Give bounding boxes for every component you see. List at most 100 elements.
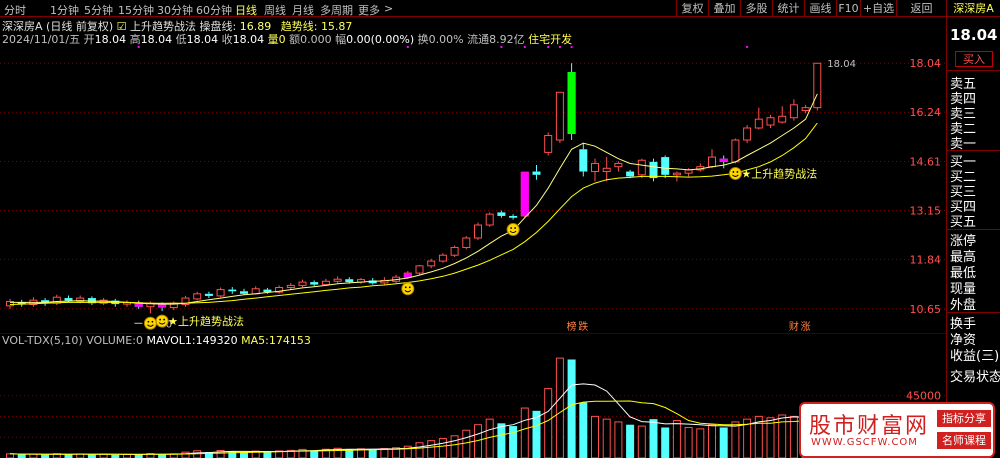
period-intraday[interactable]: 分时 bbox=[4, 2, 26, 18]
volume-legend: VOL-TDX(5,10) VOLUME:0 MAVOL1:149320 MA5… bbox=[2, 334, 311, 347]
volume-bar bbox=[544, 388, 553, 458]
adjust-button[interactable]: 复权 bbox=[676, 0, 708, 17]
vol-volume-value: 0 bbox=[135, 334, 143, 347]
overlay-button[interactable]: 叠加 bbox=[708, 0, 740, 17]
volume-bar bbox=[719, 427, 728, 458]
candle bbox=[228, 287, 237, 294]
period-1min[interactable]: 1分钟 bbox=[50, 2, 79, 18]
add-watchlist-button[interactable]: +自选 bbox=[860, 0, 896, 17]
price-tick-label: 10.65 bbox=[910, 303, 942, 316]
volume-bar bbox=[708, 424, 716, 458]
candle-body bbox=[626, 171, 635, 177]
candle bbox=[123, 300, 131, 307]
candle bbox=[415, 265, 424, 275]
stock-name-header: 深深房A bbox=[946, 0, 1000, 17]
candle bbox=[438, 253, 447, 263]
period-weekly[interactable]: 周线 bbox=[264, 2, 286, 18]
back-button[interactable]: 返回 bbox=[896, 0, 946, 17]
candle-body bbox=[778, 115, 787, 123]
buy-button[interactable]: 买入 bbox=[955, 51, 993, 67]
candle bbox=[193, 291, 202, 301]
top-dot bbox=[406, 46, 409, 48]
divider bbox=[947, 70, 1000, 71]
f10-button[interactable]: F10 bbox=[836, 0, 860, 17]
candle-body bbox=[228, 289, 237, 292]
candle bbox=[789, 99, 798, 121]
price-chart[interactable]: 40★上升趋势战法★上升趋势战法榜跌财涨18.04 10.6511.8413.1… bbox=[0, 45, 946, 333]
eps-label: 收益(三) bbox=[950, 349, 1000, 364]
candle-body bbox=[438, 254, 447, 262]
signal-candle bbox=[567, 72, 576, 134]
period-toolbar: 分时 1分钟 5分钟 15分钟 30分钟 60分钟 日线 周线 月线 多周期 更… bbox=[0, 0, 1000, 17]
price-tick-label: 18.04 bbox=[910, 57, 942, 70]
top-dot bbox=[547, 46, 550, 48]
watermark-tag-courses[interactable]: 名师课程 bbox=[937, 432, 991, 449]
candle bbox=[602, 157, 611, 182]
top-dot bbox=[558, 46, 561, 48]
vol-indicator-name[interactable]: VOL-TDX(5,10) bbox=[2, 334, 83, 347]
volume-bar bbox=[438, 438, 447, 458]
signal-candle bbox=[719, 158, 728, 162]
more-arrow-icon[interactable]: > bbox=[384, 2, 393, 15]
candle-body bbox=[754, 118, 763, 129]
vol-volume-label: VOLUME: bbox=[86, 334, 136, 347]
volume-ma-line bbox=[9, 383, 818, 456]
period-more[interactable]: 更多 bbox=[358, 2, 380, 18]
volume-bar bbox=[672, 420, 681, 458]
candle-body bbox=[661, 157, 670, 175]
bid-5-label: 买五 bbox=[950, 215, 977, 230]
smiley-eye-icon bbox=[408, 286, 411, 289]
candle bbox=[52, 294, 61, 305]
smiley-icon bbox=[728, 166, 742, 180]
top-dot bbox=[746, 46, 749, 48]
signal-text: ★上升趋势战法 bbox=[741, 166, 817, 180]
candle-body bbox=[813, 62, 822, 109]
candle bbox=[333, 276, 342, 283]
draw-line-button[interactable]: 画线 bbox=[804, 0, 836, 17]
smiley-eye-icon bbox=[732, 171, 735, 173]
volume-bar bbox=[789, 415, 798, 458]
volume-bar bbox=[17, 454, 26, 458]
volume-ma-line bbox=[9, 400, 818, 455]
price-tick-label: 14.61 bbox=[910, 156, 942, 169]
candle-body bbox=[427, 260, 436, 267]
period-multi[interactable]: 多周期 bbox=[320, 2, 353, 18]
candle bbox=[614, 161, 623, 172]
signal-text: ★上升趋势战法 bbox=[168, 314, 244, 328]
price-tick-label: 11.84 bbox=[910, 254, 942, 267]
info-bar: 深深房A (日线 前复权) ☑ 上升趋势战法 操盘线: 16.89 趋势线: 1… bbox=[0, 17, 946, 46]
candle bbox=[544, 132, 553, 156]
period-15min[interactable]: 15分钟 bbox=[118, 2, 154, 18]
stats-button[interactable]: 统计 bbox=[772, 0, 804, 17]
smiley-icon bbox=[506, 223, 520, 237]
top-dot bbox=[523, 46, 526, 48]
candle-body bbox=[789, 104, 798, 119]
period-60min[interactable]: 60分钟 bbox=[196, 2, 232, 18]
watermark-tag-indicators[interactable]: 指标分享 bbox=[937, 410, 991, 427]
period-5min[interactable]: 5分钟 bbox=[84, 2, 113, 18]
price-grid bbox=[0, 62, 946, 310]
candle bbox=[778, 106, 787, 124]
volume-bar bbox=[766, 417, 775, 458]
candle-body bbox=[321, 280, 330, 286]
multi-stock-button[interactable]: 多股 bbox=[740, 0, 772, 17]
candle-body bbox=[672, 172, 681, 176]
candle bbox=[240, 288, 248, 295]
volume-bar bbox=[193, 450, 202, 458]
smiley-eye-icon bbox=[151, 320, 154, 323]
volume-bar bbox=[462, 429, 471, 458]
smiley-eye-icon bbox=[404, 286, 407, 289]
candle bbox=[532, 165, 541, 180]
event-marker: 榜 bbox=[567, 320, 577, 333]
period-daily[interactable]: 日线 bbox=[235, 2, 257, 18]
period-30min[interactable]: 30分钟 bbox=[157, 2, 193, 18]
candle bbox=[462, 236, 471, 250]
candlesticks bbox=[6, 62, 822, 314]
price-tick-label: 13.15 bbox=[910, 205, 942, 218]
event-marker: 涨 bbox=[801, 321, 811, 333]
smiley-eye-icon bbox=[159, 318, 162, 321]
smiley-icon bbox=[155, 314, 169, 328]
period-monthly[interactable]: 月线 bbox=[292, 2, 314, 18]
volume-bar bbox=[520, 407, 529, 458]
candle bbox=[310, 280, 319, 287]
